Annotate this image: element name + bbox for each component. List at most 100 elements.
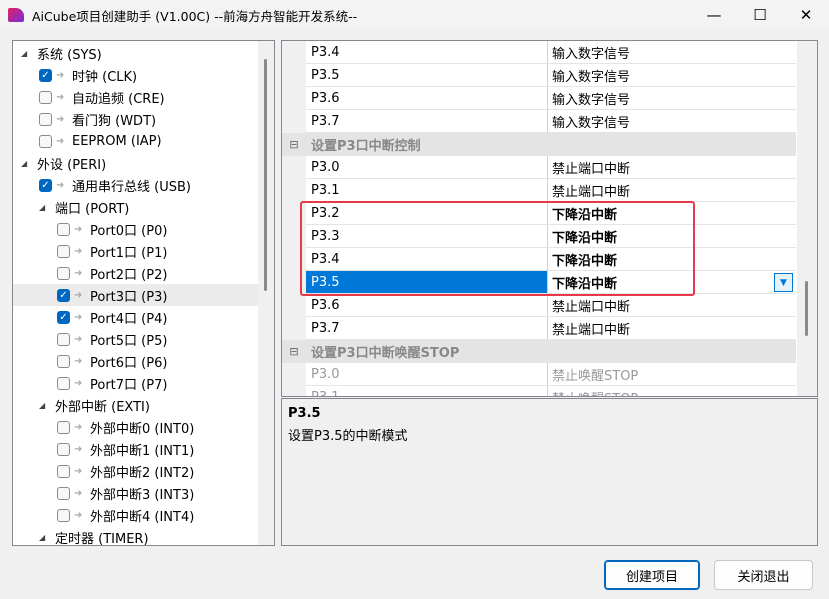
checkbox[interactable]: ✓ <box>57 310 70 324</box>
grid-row[interactable]: P3.0 禁止唤醒STOP <box>282 363 796 386</box>
arrow-icon: ➜ <box>56 135 65 147</box>
tree-item-label: Port6口 (P6) <box>90 355 168 371</box>
dropdown-button[interactable]: ▼ <box>774 273 793 292</box>
tree-item[interactable]: ✓ ➜ 通用串行总线 (USB) <box>13 174 258 196</box>
tree-scrollbar[interactable] <box>258 41 274 545</box>
checkbox[interactable]: ✓ <box>39 68 52 82</box>
arrow-icon: ➜ <box>74 377 83 389</box>
grid-row[interactable]: P3.6 禁止端口中断 <box>282 294 796 317</box>
tree-item[interactable]: ➜ 外部中断4 (INT4) <box>13 504 258 526</box>
arrow-icon: ➜ <box>74 355 83 367</box>
property-value[interactable]: 禁止端口中断 <box>548 294 796 317</box>
arrow-icon: ➜ <box>74 421 83 433</box>
collapse-icon[interactable]: ⊟ <box>282 345 306 358</box>
property-value[interactable]: 输入数字信号 <box>548 87 796 110</box>
collapse-icon[interactable]: ⊟ <box>282 138 306 151</box>
checkbox[interactable] <box>57 486 70 500</box>
tree-scrollbar-thumb[interactable] <box>264 59 267 291</box>
property-value[interactable]: 输入数字信号 <box>548 110 796 133</box>
tree-item[interactable]: ➜ Port5口 (P5) <box>13 328 258 350</box>
checkbox[interactable] <box>57 464 70 478</box>
tree-item-label: 外部中断2 (INT2) <box>90 465 195 481</box>
tree-item[interactable]: ◢ 外设 (PERI) <box>13 152 258 174</box>
checkbox[interactable] <box>57 508 70 522</box>
property-value[interactable]: 禁止唤醒STOP <box>548 363 796 386</box>
tree-item[interactable]: ➜ EEPROM (IAP) <box>13 130 258 152</box>
tree-item[interactable]: ➜ Port2口 (P2) <box>13 262 258 284</box>
checkbox[interactable] <box>57 420 70 434</box>
grid-scrollbar[interactable] <box>797 41 817 396</box>
property-value[interactable]: 输入数字信号 <box>548 41 796 64</box>
tree-item-label: Port5口 (P5) <box>90 333 168 349</box>
grid-row[interactable]: P3.1禁止唤醒STOP <box>282 386 796 397</box>
checkbox[interactable] <box>39 90 52 104</box>
highlight-box <box>300 201 695 296</box>
exit-button[interactable]: 关闭退出 <box>714 560 813 590</box>
property-value[interactable]: 输入数字信号 <box>548 64 796 87</box>
tree-item-label: 端口 (PORT) <box>55 201 130 217</box>
arrow-icon: ➜ <box>74 311 83 323</box>
expand-triangle-icon[interactable]: ◢ <box>21 159 33 168</box>
property-value[interactable]: 禁止唤醒STOP <box>548 386 796 397</box>
grid-category[interactable]: ⊟ 设置P3口中断控制 <box>282 133 796 156</box>
grid-row[interactable]: P3.1 禁止端口中断 <box>282 179 796 202</box>
expand-triangle-icon[interactable]: ◢ <box>21 49 33 58</box>
grid-row[interactable]: P3.4 输入数字信号 <box>282 41 796 64</box>
tree-item[interactable]: ✓ ➜ Port3口 (P3) <box>13 284 258 306</box>
tree-item[interactable]: ◢ 外部中断 (EXTI) <box>13 394 258 416</box>
grid-category[interactable]: ⊟ 设置P3口中断唤醒STOP <box>282 340 796 363</box>
tree-item[interactable]: ➜ 外部中断0 (INT0) <box>13 416 258 438</box>
maximize-button[interactable]: ☐ <box>737 0 783 30</box>
property-name: P3.4 <box>306 41 548 64</box>
property-value[interactable]: 禁止端口中断 <box>548 317 796 340</box>
expand-triangle-icon[interactable]: ◢ <box>39 401 51 410</box>
category-label: 设置P3口中断控制 <box>311 139 421 154</box>
arrow-icon: ➜ <box>56 179 65 191</box>
arrow-icon: ➜ <box>74 509 83 521</box>
tree-item[interactable]: ➜ Port6口 (P6) <box>13 350 258 372</box>
checkbox[interactable]: ✓ <box>39 178 52 192</box>
checkbox[interactable] <box>57 266 70 280</box>
tree-item[interactable]: ➜ Port7口 (P7) <box>13 372 258 394</box>
property-value[interactable]: 禁止端口中断 <box>548 156 796 179</box>
checkbox[interactable] <box>39 112 52 126</box>
arrow-icon: ➜ <box>56 91 65 103</box>
checkbox[interactable] <box>57 244 70 258</box>
grid-scrollbar-thumb[interactable] <box>805 281 808 336</box>
grid-row[interactable]: P3.7 输入数字信号 <box>282 110 796 133</box>
tree-item[interactable]: ➜ 外部中断1 (INT1) <box>13 438 258 460</box>
grid-row[interactable]: P3.6 输入数字信号 <box>282 87 796 110</box>
tree-item[interactable]: ➜ 看门狗 (WDT) <box>13 108 258 130</box>
arrow-icon: ➜ <box>74 333 83 345</box>
checkbox[interactable] <box>57 376 70 390</box>
expand-triangle-icon[interactable]: ◢ <box>39 203 51 212</box>
grid-row[interactable]: P3.5 输入数字信号 <box>282 64 796 87</box>
tree-item[interactable]: ◢ 系统 (SYS) <box>13 42 258 64</box>
checkbox[interactable] <box>57 222 70 236</box>
tree-item[interactable]: ➜ Port1口 (P1) <box>13 240 258 262</box>
tree-item-label: Port0口 (P0) <box>90 223 168 239</box>
tree-item[interactable]: ✓ ➜ 时钟 (CLK) <box>13 64 258 86</box>
checkbox[interactable] <box>57 442 70 456</box>
tree-item[interactable]: ➜ Port0口 (P0) <box>13 218 258 240</box>
checkbox[interactable]: ✓ <box>57 288 70 302</box>
minimize-button[interactable]: — <box>691 0 737 30</box>
checkbox[interactable] <box>57 332 70 346</box>
property-value[interactable]: 禁止端口中断 <box>548 179 796 202</box>
tree-item[interactable]: ➜ 自动追频 (CRE) <box>13 86 258 108</box>
checkbox[interactable] <box>57 354 70 368</box>
checkbox[interactable] <box>39 134 52 148</box>
tree-item[interactable]: ◢ 定时器 (TIMER) <box>13 526 258 546</box>
grid-row[interactable]: P3.0 禁止端口中断 <box>282 156 796 179</box>
close-button[interactable]: ✕ <box>783 0 829 30</box>
grid-row[interactable]: P3.7 禁止端口中断 <box>282 317 796 340</box>
expand-triangle-icon[interactable]: ◢ <box>39 533 51 542</box>
tree-item[interactable]: ➜ 外部中断2 (INT2) <box>13 460 258 482</box>
tree-item-label: 外部中断1 (INT1) <box>90 443 195 459</box>
tree-item[interactable]: ✓ ➜ Port4口 (P4) <box>13 306 258 328</box>
tree-item[interactable]: ➜ 外部中断3 (INT3) <box>13 482 258 504</box>
tree-item[interactable]: ◢ 端口 (PORT) <box>13 196 258 218</box>
tree-item-label: 定时器 (TIMER) <box>55 531 149 546</box>
create-project-button[interactable]: 创建项目 <box>604 560 700 590</box>
tree-item-label: Port3口 (P3) <box>90 289 168 305</box>
